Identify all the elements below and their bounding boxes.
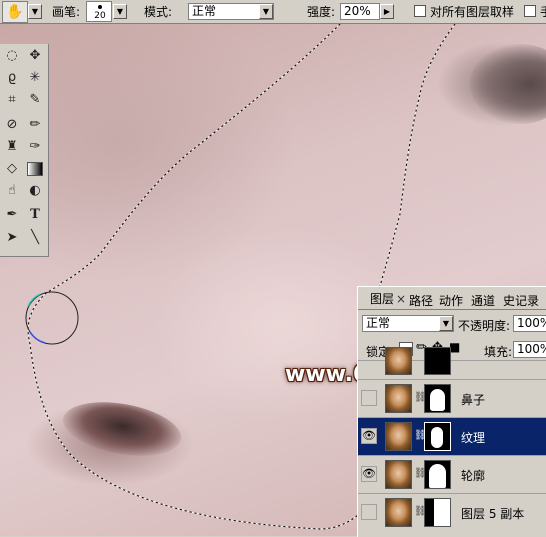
brush-preset-picker[interactable]: 20 [86, 1, 112, 22]
layer-mask-thumbnail [424, 347, 451, 375]
blend-mode-value: 正常 [366, 316, 391, 330]
brush-cursor-icon [25, 291, 79, 345]
pen-tool-icon[interactable]: ✒ [1, 204, 23, 226]
layer-name: 鼻子 [461, 393, 486, 407]
finger-painting-checkbox[interactable]: 手 [524, 0, 546, 24]
layers-panel: 图层 × 路径 动作 通道 史记录 正常 ▼ 不透明度: 100% 锁定: ✏ … [357, 286, 546, 537]
tool-preset-dropdown-button[interactable]: ▼ [28, 4, 42, 19]
slice-tool-icon[interactable]: ✎ [24, 89, 46, 111]
visibility-toggle[interactable] [361, 504, 377, 520]
strength-input[interactable]: 20% [340, 3, 380, 20]
layer-row-nose[interactable]: ⛓ 鼻子 [358, 379, 546, 417]
tab-layers[interactable]: 图层 [370, 290, 395, 307]
layer-mask-thumbnail [424, 422, 451, 451]
layer-name: 图层 5 副本 [461, 507, 525, 521]
tab-history[interactable]: 史记录 [503, 292, 539, 309]
history-brush-tool-icon[interactable]: ✑ [24, 136, 46, 158]
marquee-tool-icon[interactable]: ◌ [1, 45, 23, 67]
layer-thumbnail [385, 384, 412, 413]
magic-wand-tool-icon[interactable]: ✳ [24, 67, 46, 89]
tab-actions[interactable]: 动作 [439, 292, 463, 309]
blend-mode-dropdown-arrow[interactable]: ▼ [439, 316, 453, 331]
opacity-value: 100% [517, 316, 546, 330]
fill-input[interactable]: 100% [513, 341, 546, 358]
smudge-tool-preset-icon[interactable]: ✋ [2, 1, 28, 23]
layer-thumbnail [385, 347, 412, 375]
tab-close-icon[interactable]: × [396, 292, 406, 306]
mode-dropdown-arrow[interactable]: ▼ [259, 4, 273, 19]
layer-name: 纹理 [461, 431, 486, 445]
brush-preset-dropdown-button[interactable]: ▼ [113, 4, 127, 19]
brush-tool-icon[interactable]: ✏ [24, 114, 46, 136]
healing-brush-tool-icon[interactable]: ⊘ [1, 114, 23, 136]
layer-name: 轮廓 [461, 469, 486, 483]
lasso-tool-icon[interactable]: ϱ [1, 67, 23, 89]
toolbox: ◌ ✥ ϱ ✳ ⌗ ✎ ⊘ ✏ ♜ ✑ ◇ ☝ ◐ ✒ T ➤ ╲ [0, 44, 49, 257]
opacity-input[interactable]: 100% [513, 315, 546, 332]
mode-label: 模式: [144, 5, 173, 19]
gradient-tool-icon[interactable] [24, 158, 46, 180]
layer-row-texture[interactable]: 👁 ⛓ 纹理 [358, 417, 546, 455]
sample-all-layers-box[interactable] [414, 5, 426, 17]
layer-thumbnail [385, 460, 412, 489]
finger-painting-box[interactable] [524, 5, 536, 17]
crop-tool-icon[interactable]: ⌗ [1, 89, 23, 111]
brush-tip-icon [98, 5, 102, 9]
visibility-eye-icon[interactable]: 👁 [361, 466, 377, 482]
sample-all-layers-label: 对所有图层取样 [430, 5, 515, 19]
finger-painting-label: 手 [540, 5, 546, 19]
layer-mask-thumbnail [424, 384, 451, 413]
dodge-tool-icon[interactable]: ◐ [24, 180, 46, 202]
move-tool-icon[interactable]: ✥ [24, 45, 46, 67]
layer-thumbnail [385, 498, 412, 527]
mode-select-value: 正常 [192, 4, 217, 18]
opacity-label: 不透明度: [458, 319, 511, 333]
strength-slider-button[interactable]: ▶ [380, 4, 394, 19]
tab-paths[interactable]: 路径 [409, 292, 433, 309]
layer-row-partial[interactable] [358, 347, 546, 380]
layer-thumbnail [385, 422, 412, 451]
options-bar: ✋ ▼ 画笔: 20 ▼ 模式: 正常 ▼ 强度: 20% ▶ 对所有图层取样 … [0, 0, 546, 24]
line-tool-icon[interactable]: ╲ [24, 227, 46, 249]
brush-label: 画笔: [52, 5, 81, 19]
panel-tabs: 图层 × 路径 动作 通道 史记录 [358, 287, 546, 310]
eraser-tool-icon[interactable]: ◇ [1, 158, 23, 180]
type-tool-icon[interactable]: T [24, 204, 46, 226]
layer-mask-thumbnail [424, 498, 451, 527]
layer-mask-thumbnail [424, 460, 451, 489]
visibility-toggle[interactable] [361, 390, 377, 406]
sample-all-layers-checkbox[interactable]: 对所有图层取样 [414, 0, 514, 24]
tab-channels[interactable]: 通道 [471, 292, 495, 309]
smudge-tool-icon[interactable]: ☝ [1, 180, 23, 202]
clone-stamp-tool-icon[interactable]: ♜ [1, 136, 23, 158]
visibility-eye-icon[interactable]: 👁 [361, 428, 377, 444]
fill-value: 100% [517, 342, 546, 356]
strength-value: 20% [344, 4, 371, 18]
strength-label: 强度: [307, 5, 336, 19]
fill-label: 填充: [484, 345, 513, 359]
brush-size-label: 20 [94, 11, 106, 21]
layer-row-layer5-copy[interactable]: ⛓ 图层 5 副本 [358, 493, 546, 537]
path-selection-tool-icon[interactable]: ➤ [1, 227, 23, 249]
layer-row-outline[interactable]: 👁 ⛓ 轮廓 [358, 455, 546, 493]
